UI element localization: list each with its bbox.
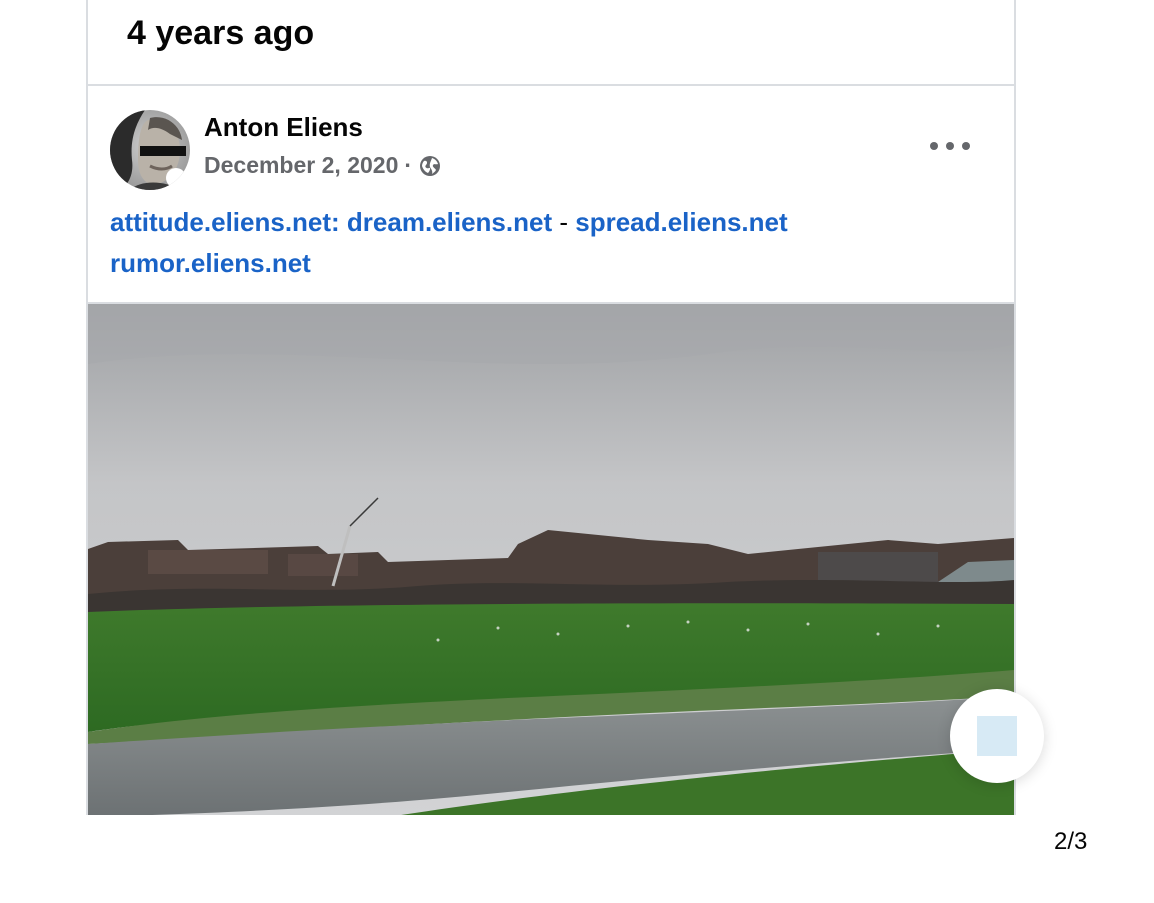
more-dot [962, 142, 970, 150]
more-options-button[interactable] [930, 134, 970, 158]
stop-square-icon [977, 716, 1017, 756]
post-photo[interactable] [88, 302, 1014, 815]
avatar[interactable] [110, 110, 190, 190]
post-meta: December 2, 2020 · [204, 152, 442, 179]
post-link-spread[interactable]: spread.eliens.net [575, 207, 787, 237]
post-text: attitude.eliens.net: dream.eliens.net - … [88, 186, 1014, 300]
page-indicator: 2/3 [1054, 828, 1088, 855]
more-dot [930, 142, 938, 150]
more-dot [946, 142, 954, 150]
stop-button[interactable] [950, 689, 1044, 783]
post-link-rumor[interactable]: rumor.eliens.net [110, 248, 311, 278]
post-text-dash: - [552, 207, 576, 237]
post-date[interactable]: December 2, 2020 [204, 152, 398, 179]
globe-icon[interactable] [418, 154, 442, 178]
landscape-photo [88, 304, 1014, 815]
post-header: Anton Eliens December 2, 2020 · [88, 86, 1014, 190]
meta-separator: · [404, 152, 413, 178]
avatar-image [110, 110, 190, 190]
post-link-attitude[interactable]: attitude.eliens.net: dream.eliens.net [110, 207, 552, 237]
memory-card: 4 years ago Anton Eliens December 2, 202… [86, 0, 1016, 815]
memory-header: 4 years ago [88, 0, 1014, 86]
author-name[interactable]: Anton Eliens [204, 112, 363, 143]
memory-title: 4 years ago [127, 13, 315, 52]
